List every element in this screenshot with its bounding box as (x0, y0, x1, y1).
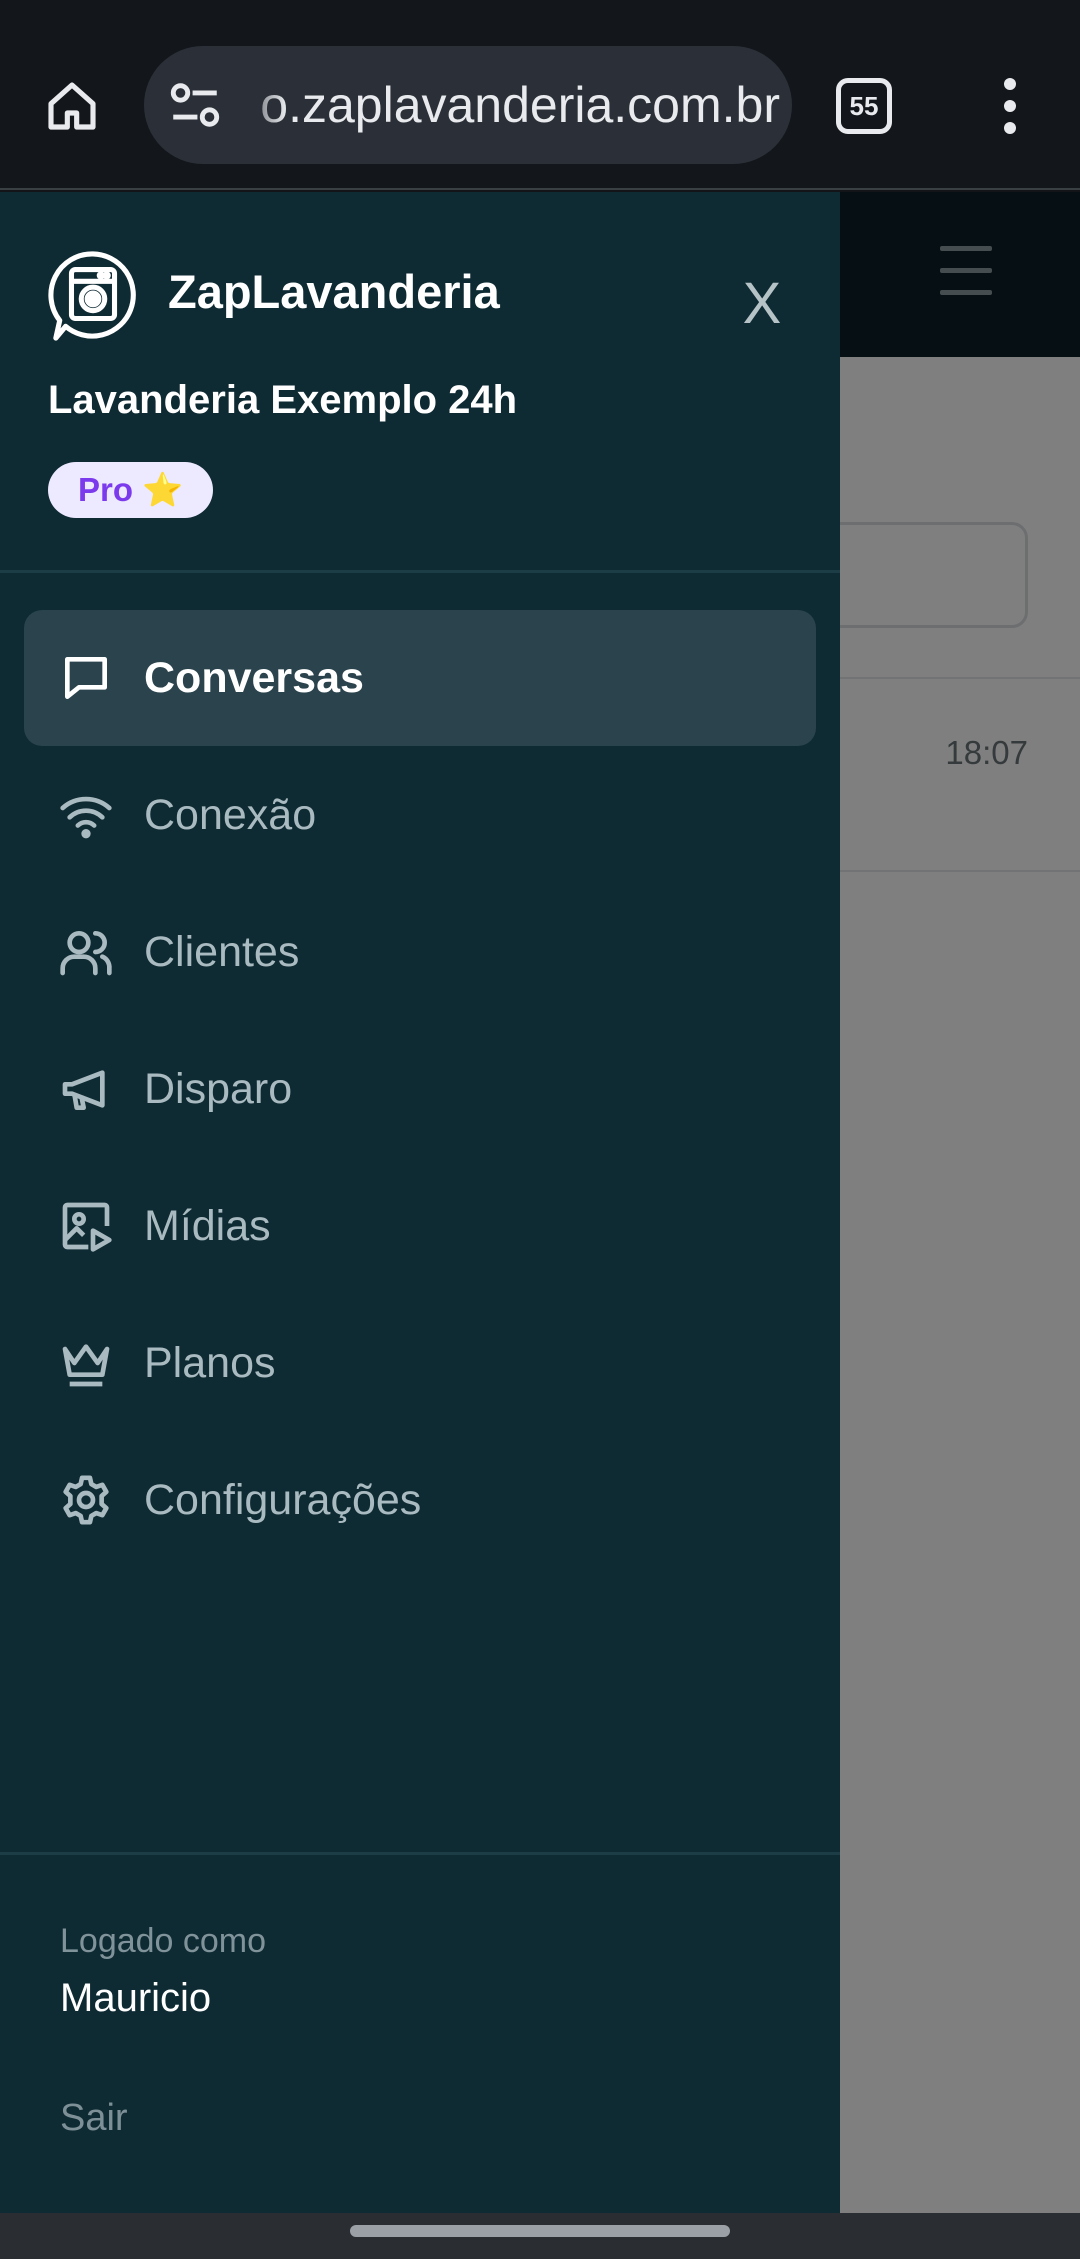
nav-item-conversas[interactable]: Conversas (24, 610, 816, 746)
megaphone-icon (62, 1070, 105, 1110)
home-button[interactable] (36, 70, 108, 142)
logout-button[interactable]: Sair (60, 2097, 128, 2140)
nav-label: Disparo (144, 1065, 293, 1113)
nav-label: Clientes (144, 928, 300, 976)
system-navigation-bar (0, 2213, 1080, 2259)
plan-badge: Pro ⭐ (48, 462, 214, 518)
url-fade (232, 56, 286, 154)
nav-label: Mídias (144, 1202, 271, 1250)
nav-label: Conexão (144, 791, 317, 839)
menu-dot-icon (1004, 78, 1016, 90)
business-name: Lavanderia Exemplo 24h (48, 378, 518, 422)
menu-dot-icon (1004, 100, 1016, 112)
menu-dot-icon (1004, 122, 1016, 134)
address-bar[interactable]: o.zaplavanderia.com.br (144, 46, 792, 164)
url-text[interactable]: o.zaplavanderia.com.br (240, 46, 780, 164)
nav-label: Planos (144, 1339, 276, 1387)
browser-menu-button[interactable] (982, 76, 1038, 136)
nav-item-midias[interactable]: Mídias (24, 1158, 816, 1294)
nav-item-conexao[interactable]: Conexão (24, 747, 816, 883)
wifi-icon (60, 796, 112, 839)
nav-item-disparo[interactable]: Disparo (24, 1021, 816, 1157)
gear-icon (63, 1475, 109, 1525)
logged-in-label: Logado como (60, 1922, 267, 1960)
close-drawer-button[interactable]: X (730, 272, 794, 336)
header-divider (0, 570, 840, 573)
brand-name: ZapLavanderia (168, 265, 500, 318)
nav-label: Conversas (144, 654, 364, 702)
footer-divider (0, 1852, 840, 1855)
side-drawer: ZapLavanderia X Lavanderia Exemplo 24h P… (0, 192, 840, 2213)
logged-in-user: Mauricio (60, 1976, 212, 2020)
crown-icon (62, 1344, 110, 1387)
nav-label: Configurações (144, 1476, 422, 1524)
nav-item-configuracoes[interactable]: Configurações (24, 1432, 816, 1568)
users-icon (60, 931, 112, 976)
washing-machine-logo-icon (48, 251, 136, 341)
site-settings-icon[interactable] (166, 76, 224, 134)
chat-icon (65, 657, 107, 699)
tab-switcher-button[interactable]: 55 (836, 78, 892, 134)
nav-item-clientes[interactable]: Clientes (24, 884, 816, 1020)
browser-toolbar: o.zaplavanderia.com.br 55 (0, 0, 1080, 190)
gesture-handle[interactable] (350, 2225, 730, 2237)
media-icon (62, 1202, 112, 1252)
home-icon (48, 82, 96, 130)
nav-item-planos[interactable]: Planos (24, 1295, 816, 1431)
